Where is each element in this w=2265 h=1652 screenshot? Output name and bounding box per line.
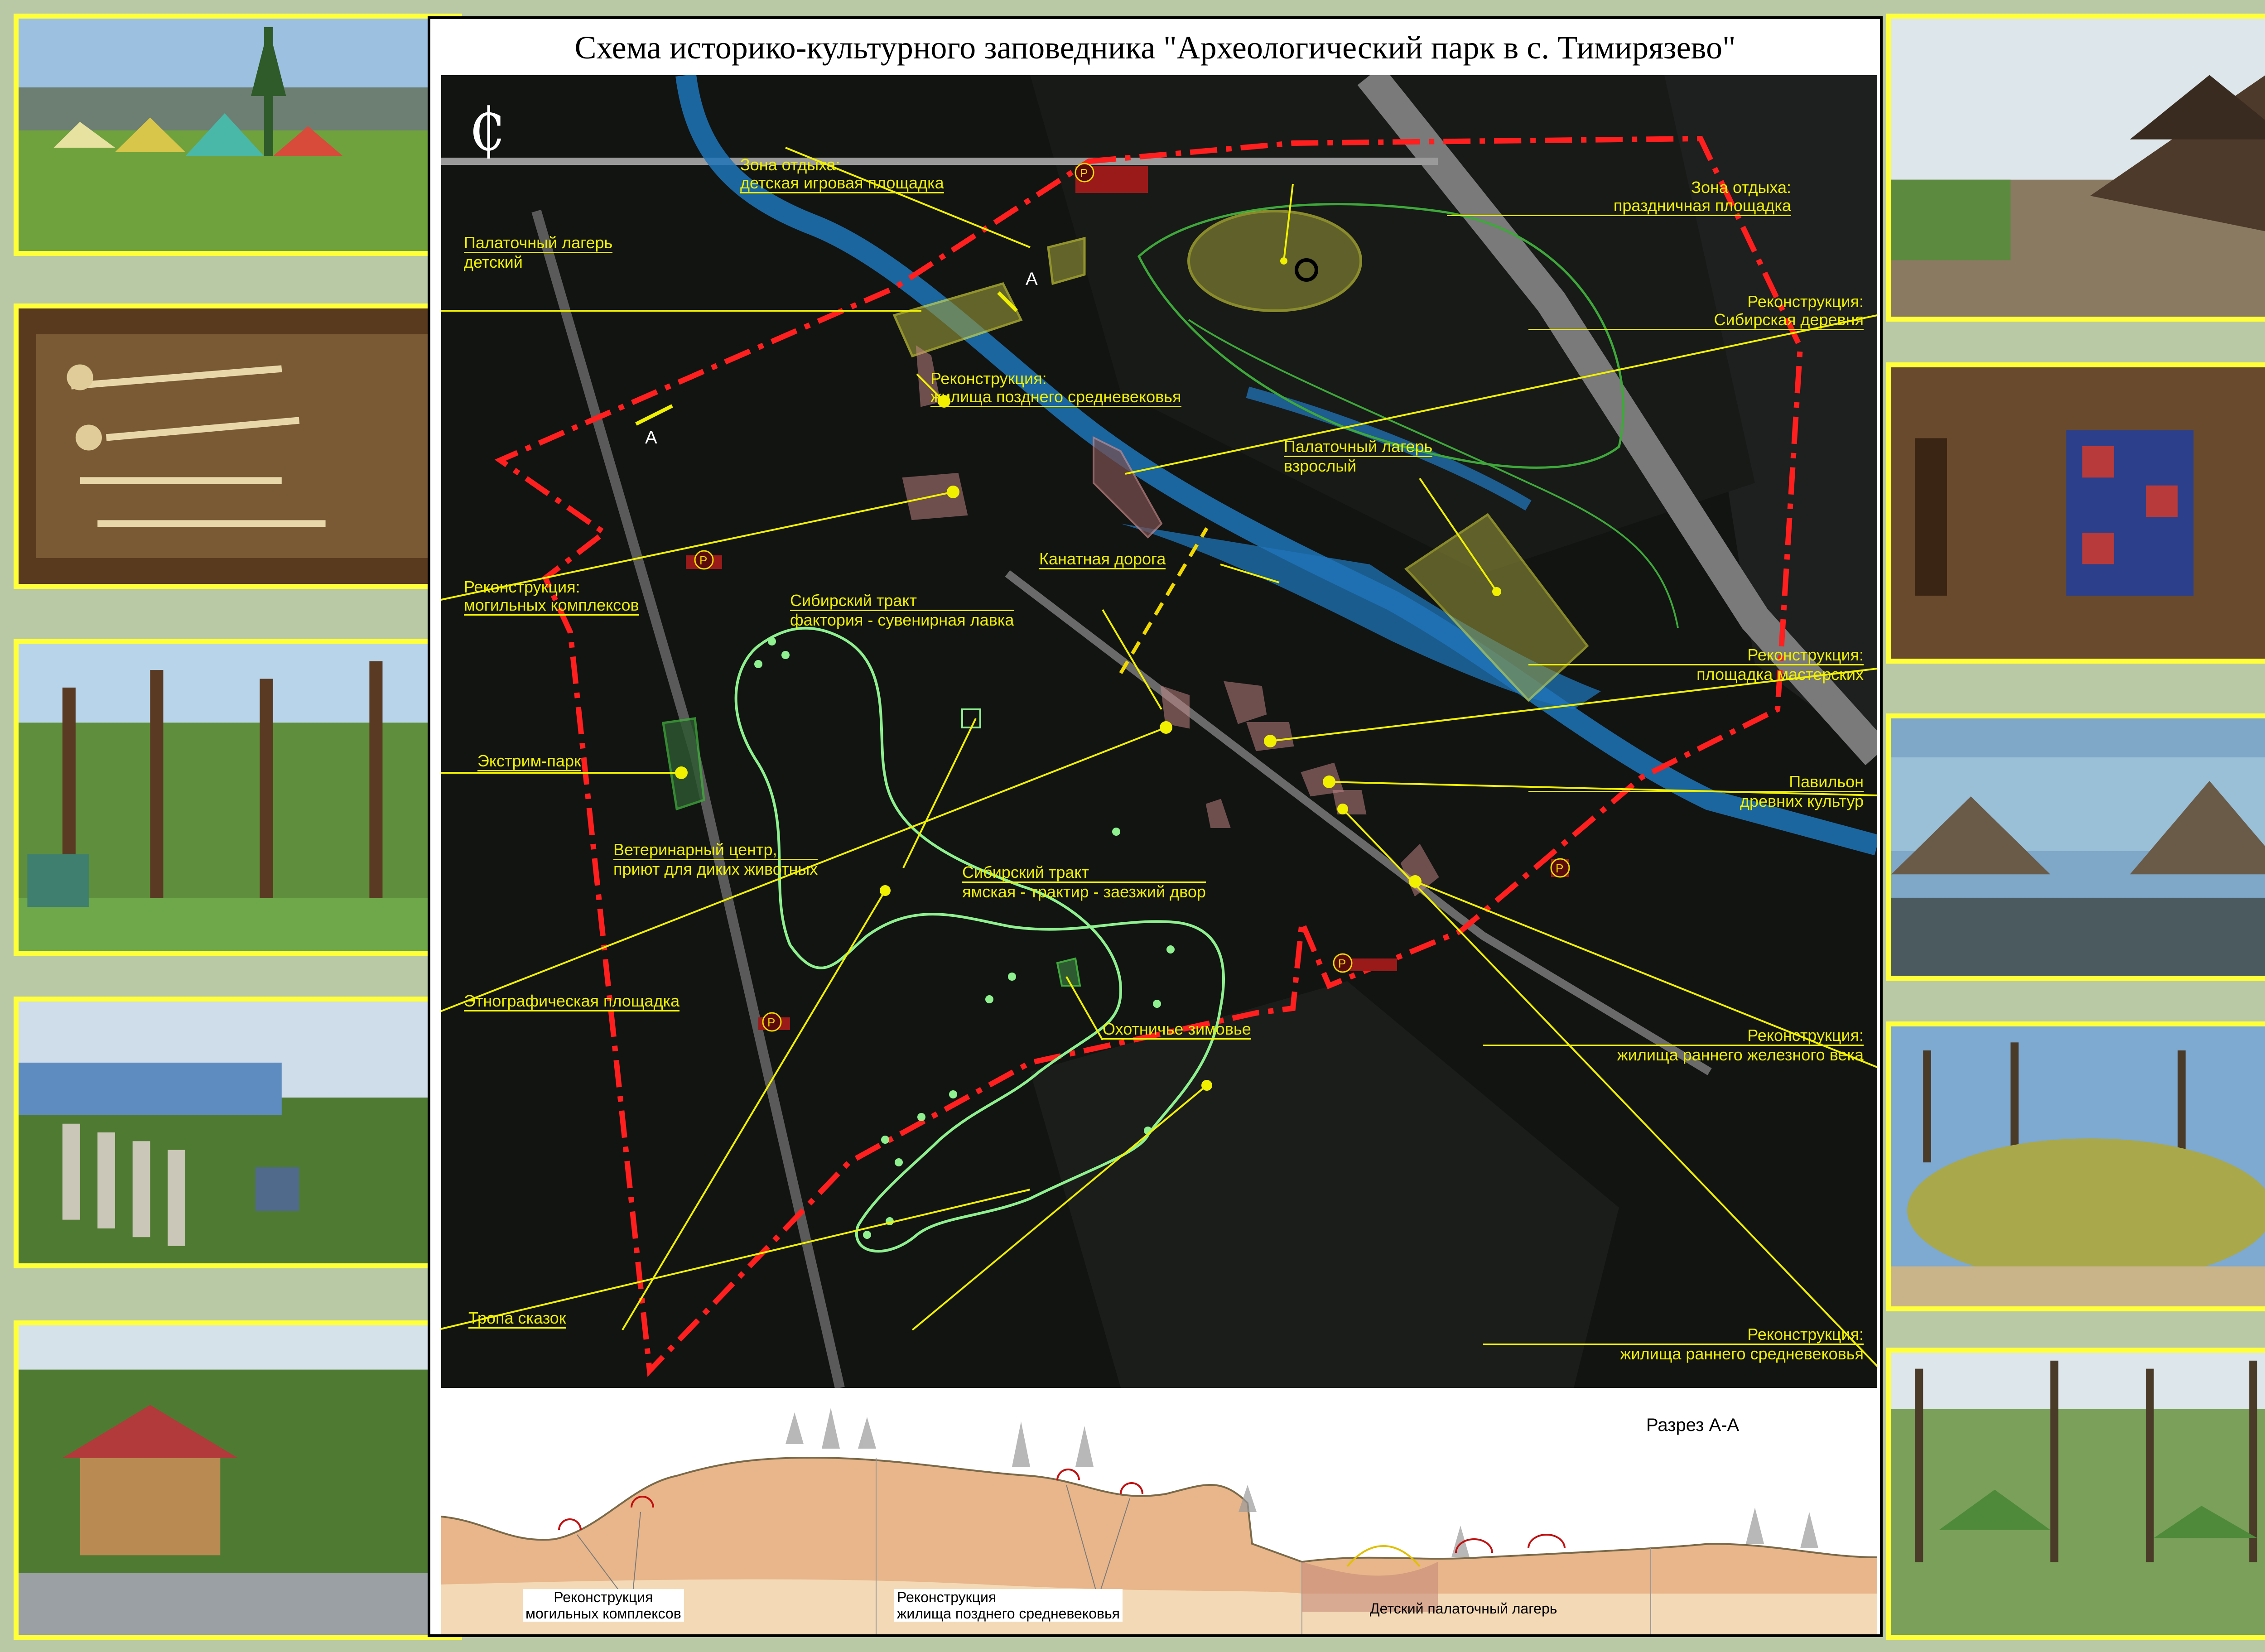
early-medieval-dwelling-photo: [1886, 1348, 2265, 1640]
parking-label-4: P: [1338, 957, 1346, 970]
label-rest-playground: Зона отдыха: детская игровая площадка: [740, 156, 944, 193]
tent-camp-photo: [14, 14, 462, 256]
label-hunting-lodge: Охотничье зимовье: [1103, 1020, 1251, 1040]
label-siberian-trakt-factory: Сибирский тракт фактория - сувенирная лав…: [790, 591, 1014, 629]
label-recon-early-iron: Реконструкция: жилища раннего железного в…: [1483, 1026, 1864, 1064]
label-recon-workshops: Реконструкция: площадка мастерских: [1528, 646, 1864, 684]
north-arrow: ₵: [468, 95, 506, 164]
label-extreme-park: Экстрим-парк: [477, 752, 581, 771]
label-ethno-site: Этнографическая площадка: [464, 992, 680, 1011]
scheme-poster: { "title": "Схема историко-культурного з…: [0, 0, 2265, 1652]
label-recon-early-medieval: Реконструкция: жилища раннего средневеков…: [1483, 1325, 1864, 1363]
parking-label-1: P: [1080, 166, 1088, 180]
playground: [1047, 236, 1086, 285]
section-title: Разрез А-А: [1646, 1415, 1740, 1435]
label-recon-siberian-village: Реконструкция: Сибирская деревня: [1528, 293, 1864, 330]
section-label-late-medieval: Реконструкция жилища позднего средневеков…: [894, 1589, 1123, 1622]
cross-section: Разрез А-А Реконструкция могильных компле…: [441, 1394, 1877, 1634]
fairy-trail-photo: [14, 1320, 462, 1640]
parking-label-3: P: [767, 1016, 776, 1029]
burial-photo: [14, 303, 462, 589]
section-label-children-camp: Детский палаточный лагерь: [1370, 1600, 1557, 1617]
interior-photo: [1886, 362, 2265, 664]
section-mark-1: A: [645, 428, 657, 448]
pavilion-photo: [1886, 713, 2265, 981]
label-recon-late-medieval: Реконструкция: жилища позднего средневеко…: [930, 370, 1181, 407]
label-siberian-trakt-yam: Сибирский тракт ямская - трактир - заезжи…: [962, 863, 1206, 901]
map-board: Схема историко-культурного заповедника "…: [428, 16, 1883, 1637]
label-tent-camp-adult: Палаточный лагерь взрослый: [1284, 437, 1433, 475]
label-tent-camp-children: Палаточный лагерь детский: [464, 233, 613, 271]
section-mark-2: A: [1026, 269, 1038, 289]
label-rest-festive: Зона отдыха: праздничная площадка: [1447, 178, 1791, 216]
map-graphics: [441, 75, 1877, 1388]
parking-label-2: P: [699, 554, 708, 567]
ethno-site-photo: [14, 997, 462, 1268]
siberian-village-photo: [1886, 14, 2265, 322]
label-pavilion: Павильон древних культур: [1528, 773, 1864, 810]
label-fairy-trail: Тропа сказок: [468, 1309, 566, 1329]
label-cable-road: Канатная дорога: [1039, 550, 1166, 569]
label-vet-center: Ветеринарный центр, приют для диких живот…: [613, 840, 818, 878]
section-label-burial: Реконструкция могильных комплексов: [523, 1589, 684, 1622]
label-recon-burial: Реконструкция: могильных комплексов: [464, 578, 639, 616]
festive-area: [1187, 210, 1362, 312]
rope-park-photo: [14, 639, 462, 956]
page-title: Схема историко-культурного заповедника "…: [574, 29, 1736, 66]
satellite-map: ₵ P P P P P A A Зона отдыха: детская игро…: [441, 75, 1877, 1388]
iron-age-dwelling-photo: [1886, 1021, 2265, 1311]
parking-label-5: P: [1556, 862, 1564, 875]
